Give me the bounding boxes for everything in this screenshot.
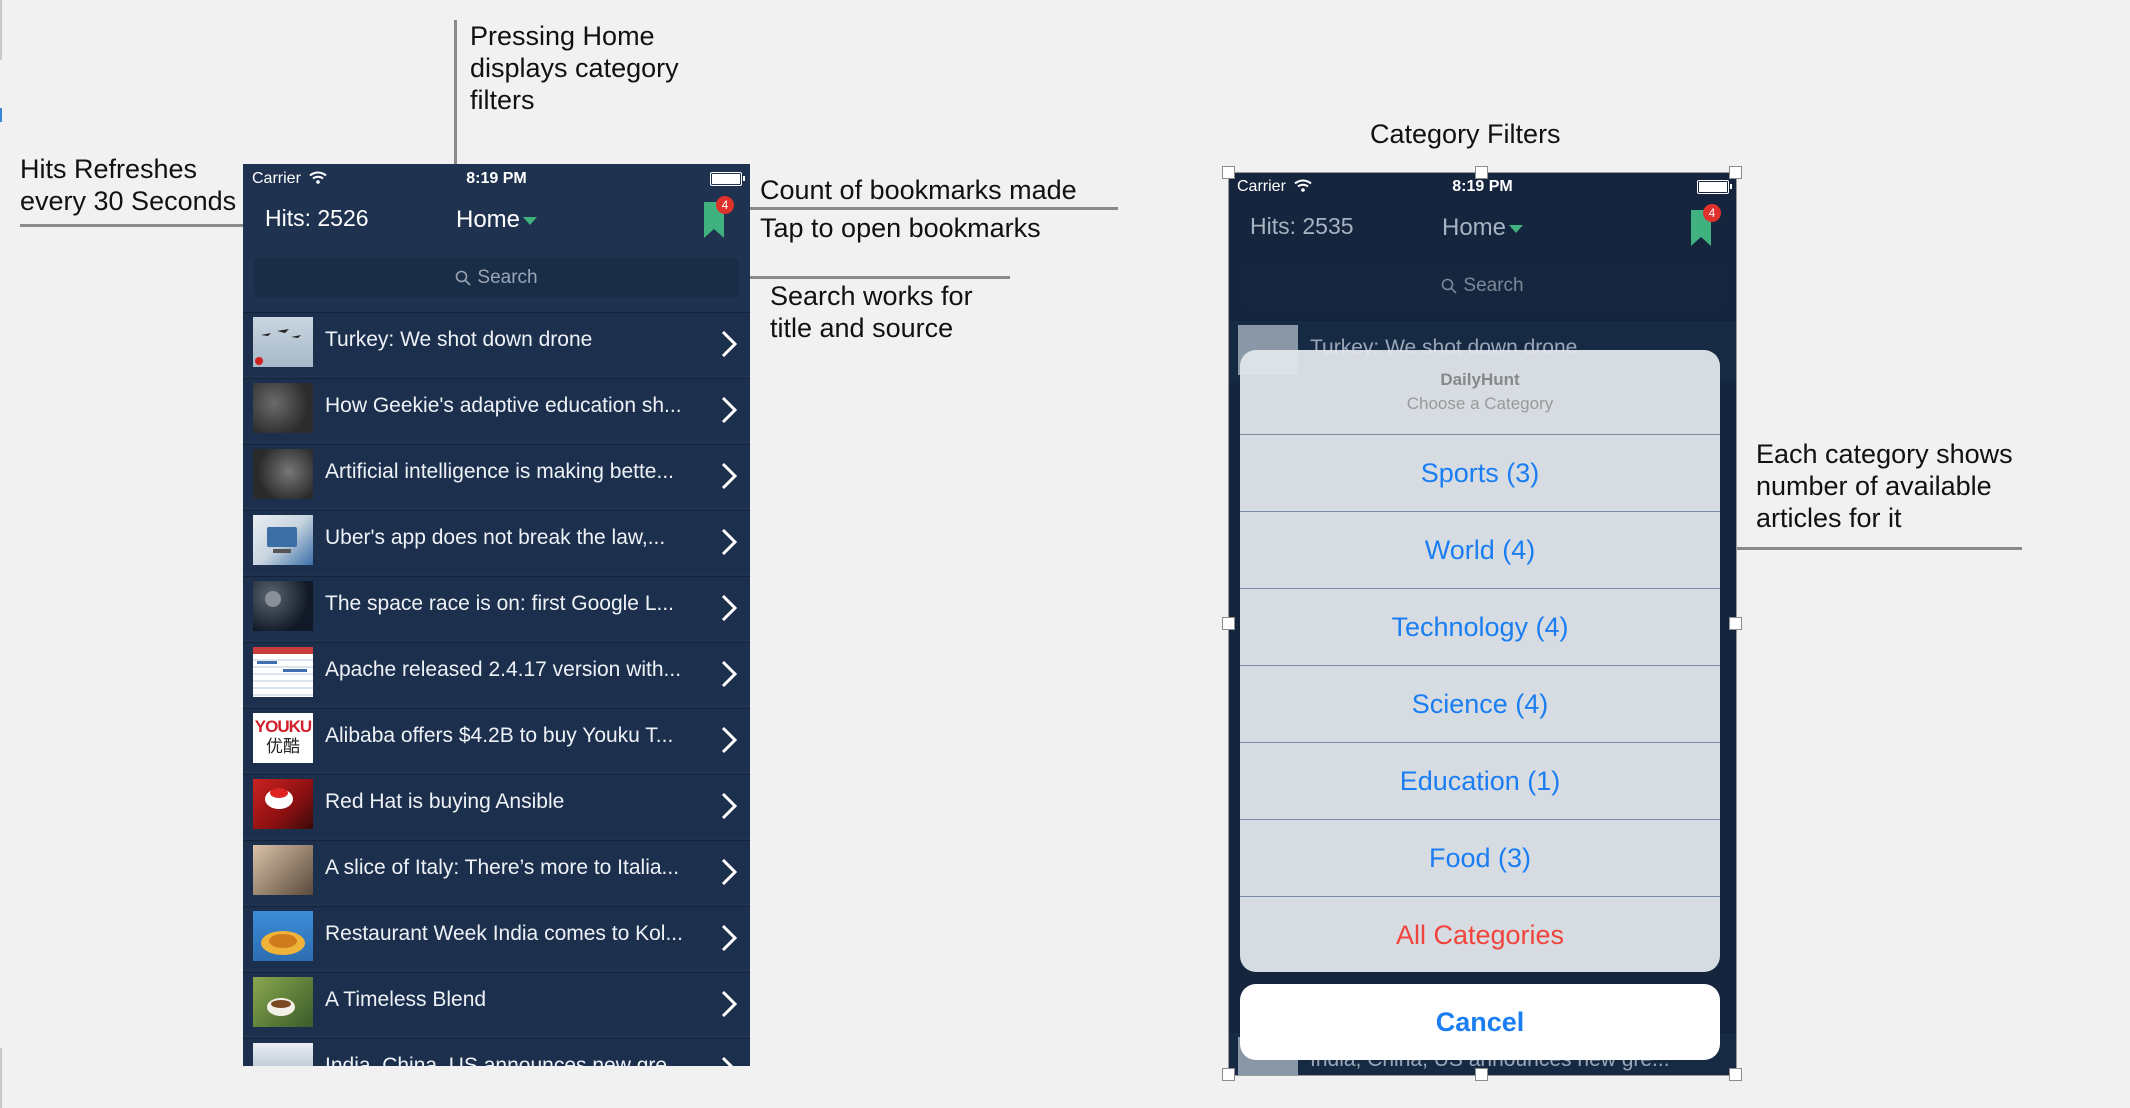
window-edge-mark: [0, 1048, 2, 1108]
chevron-right-icon: [721, 990, 738, 1018]
chevron-right-icon: [721, 858, 738, 886]
article-title: A slice of Italy: There’s more to Italia…: [325, 856, 680, 879]
window-edge-mark: [0, 0, 2, 60]
article-thumbnail: [253, 911, 313, 961]
chevron-right-icon: [721, 1056, 734, 1066]
youku-logo-cn: 优酷: [266, 737, 300, 756]
article-list: Turkey: We shot down drone How Geekie's …: [243, 312, 750, 1066]
article-thumbnail: [253, 515, 313, 565]
article-title: Red Hat is buying Ansible: [325, 790, 565, 813]
article-title: Apache released 2.4.17 version with...: [325, 658, 682, 681]
selection-frame: [1228, 172, 1737, 1076]
article-thumbnail: [253, 449, 313, 499]
chevron-right-icon: [721, 528, 738, 556]
article-row[interactable]: Restaurant Week India comes to Kol...: [243, 906, 750, 969]
article-title: Restaurant Week India comes to Kol...: [325, 922, 683, 945]
article-title: Uber's app does not break the law,...: [325, 526, 666, 549]
article-title: Alibaba offers $4.2B to buy Youku T...: [325, 724, 674, 747]
article-thumbnail: [253, 1043, 313, 1066]
home-category-button[interactable]: Home: [243, 206, 750, 234]
article-thumbnail: [253, 647, 313, 697]
article-row[interactable]: How Geekie's adaptive education sh...: [243, 378, 750, 441]
chevron-right-icon: [721, 396, 738, 424]
article-row[interactable]: A Timeless Blend: [243, 972, 750, 1035]
search-input[interactable]: Search: [254, 258, 739, 298]
article-row[interactable]: Apache released 2.4.17 version with...: [243, 642, 750, 705]
chevron-right-icon: [721, 462, 738, 490]
battery-icon: [710, 172, 745, 186]
article-title: A Timeless Blend: [325, 988, 487, 1011]
resize-handle[interactable]: [1729, 1068, 1742, 1081]
annotation-category-count: Each category shows number of available …: [1756, 439, 2013, 533]
annotation-bookmark-leader: [725, 207, 1118, 210]
resize-handle[interactable]: [1222, 617, 1235, 630]
article-thumbnail: [253, 977, 313, 1027]
article-title: How Geekie's adaptive education sh...: [325, 394, 682, 417]
youku-logo-thumbnail: YOUKU 优酷: [253, 713, 313, 763]
resize-handle[interactable]: [1475, 166, 1488, 179]
article-row[interactable]: Uber's app does not break the law,...: [243, 510, 750, 573]
article-row[interactable]: The space race is on: first Google L...: [243, 576, 750, 639]
resize-handle[interactable]: [1729, 166, 1742, 179]
article-row[interactable]: India, China, US announces new gre...: [243, 1038, 750, 1066]
article-title: India, China, US announces new gre...: [325, 1054, 685, 1066]
bookmark-count-badge: 4: [716, 196, 734, 214]
search-icon: [456, 270, 471, 286]
article-row[interactable]: Turkey: We shot down drone: [243, 312, 750, 375]
article-row[interactable]: A slice of Italy: There’s more to Italia…: [243, 840, 750, 903]
annotation-bookmark-tap: Tap to open bookmarks: [760, 213, 1041, 243]
article-title: The space race is on: first Google L...: [325, 592, 675, 615]
article-thumbnail: [253, 317, 313, 367]
chevron-right-icon: [721, 792, 738, 820]
window-edge-mark: [0, 108, 2, 122]
article-thumbnail: [253, 779, 313, 829]
chevron-right-icon: [721, 594, 738, 622]
home-label: Home: [455, 206, 521, 233]
chevron-right-icon: [721, 660, 738, 688]
annotation-search: Search works for title and source: [770, 281, 973, 343]
youku-logo-text: YOUKU: [254, 717, 312, 736]
nav-bar: Hits: 2526 Home 4: [243, 194, 750, 244]
status-time: 8:19 PM: [466, 170, 527, 187]
article-thumbnail: [253, 383, 313, 433]
status-bar: Carrier 8:19 PM: [243, 164, 750, 194]
annotation-filters-title: Category Filters: [1370, 119, 1561, 149]
article-row[interactable]: Red Hat is buying Ansible: [243, 774, 750, 837]
annotation-home: Pressing Home displays category filters: [470, 21, 679, 115]
article-row[interactable]: Artificial intelligence is making bette.…: [243, 444, 750, 507]
left-phone-screen: Carrier 8:19 PM Hits: 2526 Home 4 Search…: [243, 164, 750, 1066]
article-title: Turkey: We shot down drone: [325, 328, 593, 351]
resize-handle[interactable]: [1222, 1068, 1235, 1081]
search-placeholder: Search: [477, 267, 538, 288]
resize-handle[interactable]: [1729, 617, 1742, 630]
dropdown-caret-icon: [523, 216, 538, 225]
article-row[interactable]: YOUKU 优酷 Alibaba offers $4.2B to buy You…: [243, 708, 750, 771]
annotation-hits-leader: [20, 224, 265, 227]
resize-handle[interactable]: [1222, 166, 1235, 179]
chevron-right-icon: [721, 726, 738, 754]
article-title: Artificial intelligence is making bette.…: [325, 460, 674, 483]
article-thumbnail: [253, 581, 313, 631]
resize-handle[interactable]: [1475, 1068, 1488, 1081]
article-thumbnail: [253, 845, 313, 895]
chevron-right-icon: [721, 924, 738, 952]
annotation-hits: Hits Refreshes every 30 Seconds: [20, 154, 237, 216]
annotation-bookmark-count: Count of bookmarks made: [760, 175, 1077, 205]
chevron-right-icon: [721, 330, 738, 358]
